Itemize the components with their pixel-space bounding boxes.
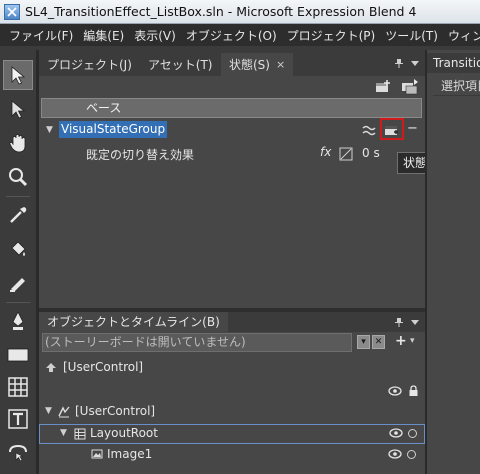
collapse-caret-icon[interactable]: ▼: [46, 125, 53, 135]
remove-group-button[interactable]: −: [407, 121, 418, 136]
tree-row-root[interactable]: [UserControl]: [39, 358, 425, 378]
tab-project[interactable]: プロジェクト(J): [39, 53, 140, 76]
pan-icon: [9, 134, 26, 153]
pen-icon: [12, 311, 24, 330]
menu-tools[interactable]: ツール(T): [380, 27, 443, 44]
eye-icon[interactable]: [388, 449, 402, 459]
direct-selection-tool[interactable]: [3, 94, 33, 124]
eyedropper-icon: [10, 207, 27, 223]
pin-icon[interactable]: [394, 317, 404, 327]
menu-bar: ファイル(F) 編集(E) 表示(V) オブジェクト(O) プロジェクト(P) …: [0, 24, 480, 46]
storyboard-menu-icon[interactable]: ▾: [410, 336, 415, 346]
menu-file[interactable]: ファイル(F): [4, 27, 78, 44]
storyboard-dropdown-icon[interactable]: ▾: [357, 335, 370, 349]
tab-states[interactable]: 状態(S) ×: [221, 53, 294, 76]
window-title: SL4_TransitionEffect_ListBox.sln - Micro…: [25, 4, 417, 19]
tab-transition[interactable]: Transitio: [427, 53, 480, 73]
menu-window[interactable]: ウィンド: [443, 27, 480, 44]
pen-tool[interactable]: [3, 306, 33, 336]
state-group-name[interactable]: VisualStateGroup: [59, 121, 168, 138]
image-icon: [91, 449, 103, 459]
states-panel: プロジェクト(J) アセット(T) 状態(S) × ベース ▼ VisualSt…: [39, 50, 425, 308]
panel-menu-icon[interactable]: [410, 58, 420, 68]
tree-row-label: [UserControl]: [75, 404, 156, 418]
tree-row-usercontrol[interactable]: ▼ [UserControl]: [39, 402, 425, 422]
blend-app-icon[interactable]: [4, 3, 20, 20]
tree-row-label: LayoutRoot: [90, 426, 158, 440]
right-panel: Transitio 選択項目: [427, 50, 480, 474]
toolbox: [0, 50, 36, 474]
menu-project[interactable]: プロジェクト(P): [282, 27, 381, 44]
selection-header: 選択項目: [433, 76, 480, 96]
tab-assets[interactable]: アセット(T): [140, 53, 220, 76]
transition-effect-icon[interactable]: [339, 147, 353, 161]
storyboard-picker[interactable]: (ストーリーボードは開いていません): [42, 333, 352, 352]
textblock-icon: [8, 409, 28, 429]
tab-assets-label: アセット(T): [148, 58, 213, 72]
paint-bucket-tool[interactable]: [3, 234, 33, 264]
tab-project-label: プロジェクト(J): [47, 58, 132, 72]
pan-tool[interactable]: [3, 128, 33, 158]
textblock-tool[interactable]: [3, 404, 33, 434]
objects-timeline-tabbar: オブジェクトとタイムライン(B): [39, 312, 425, 332]
grid-icon: [74, 428, 86, 440]
easing-icon[interactable]: [362, 123, 376, 137]
transition-duration[interactable]: 0 s: [362, 146, 380, 160]
tree-row-label: [UserControl]: [63, 360, 144, 374]
add-state-highlight: [380, 118, 404, 140]
lock-toggle-icon[interactable]: [408, 429, 417, 438]
menu-edit[interactable]: 編集(E): [78, 27, 129, 44]
eyedropper-tool[interactable]: [3, 200, 33, 230]
states-toolbar: [39, 76, 425, 98]
menu-object[interactable]: オブジェクト(O): [181, 27, 282, 44]
toolbox-separator: [6, 302, 30, 303]
gradient-tool[interactable]: [3, 268, 33, 298]
tab-objects-timeline[interactable]: オブジェクトとタイムライン(B): [39, 312, 228, 332]
add-storyboard-button[interactable]: +: [395, 333, 407, 349]
grid-icon: [8, 377, 28, 397]
selection-icon: [11, 66, 26, 85]
scope-up-icon[interactable]: [45, 362, 57, 374]
asset-tool[interactable]: [3, 436, 33, 466]
lock-icon[interactable]: [408, 385, 419, 397]
default-transition-row[interactable]: 既定の切り替え効果 fx 0 s: [39, 144, 425, 164]
fx-icon[interactable]: fx: [320, 145, 331, 159]
toolbox-separator: [6, 196, 30, 197]
eye-icon[interactable]: [389, 428, 403, 438]
base-state-label: ベース: [86, 101, 122, 115]
default-transition-label: 既定の切り替え効果: [86, 148, 195, 162]
asset-icon: [9, 444, 27, 462]
base-state-row[interactable]: ベース: [41, 98, 422, 118]
usercontrol-icon: [58, 406, 70, 418]
state-group-row[interactable]: ▼ VisualStateGroup −: [39, 120, 425, 140]
lock-toggle-icon[interactable]: [407, 450, 416, 459]
menu-view[interactable]: 表示(V): [129, 27, 181, 44]
tab-states-label: 状態(S): [229, 58, 270, 72]
close-icon[interactable]: ×: [276, 58, 285, 71]
close-storyboard-icon[interactable]: ✕: [372, 335, 385, 349]
direct-selection-icon: [11, 100, 26, 119]
paint-bucket-icon: [11, 241, 26, 256]
collapse-caret-icon[interactable]: ▼: [60, 428, 67, 438]
tree-row-label: Image1: [107, 447, 153, 461]
gradient-icon: [10, 278, 25, 292]
rectangle-icon: [7, 348, 29, 362]
pin-icon[interactable]: [394, 58, 404, 68]
panel-menu-icon[interactable]: [410, 317, 420, 327]
zoom-tool[interactable]: [3, 162, 33, 192]
zoom-icon: [9, 168, 28, 187]
add-state-group-icon[interactable]: [375, 80, 391, 94]
objects-timeline-panel: オブジェクトとタイムライン(B) (ストーリーボードは開いていません) ▾ ✕ …: [39, 312, 425, 474]
tree-row-image1[interactable]: Image1: [39, 445, 425, 465]
grid-tool[interactable]: [3, 372, 33, 402]
title-bar: SL4_TransitionEffect_ListBox.sln - Micro…: [0, 0, 480, 24]
rectangle-tool[interactable]: [3, 340, 33, 370]
selection-tool[interactable]: [3, 60, 33, 90]
tree-row-layoutroot[interactable]: ▼ LayoutRoot: [39, 424, 425, 444]
eye-icon[interactable]: [388, 386, 402, 396]
panel-tabs: プロジェクト(J) アセット(T) 状態(S) ×: [39, 50, 425, 76]
snapshot-icon[interactable]: [401, 79, 419, 95]
collapse-caret-icon[interactable]: ▼: [45, 406, 52, 416]
